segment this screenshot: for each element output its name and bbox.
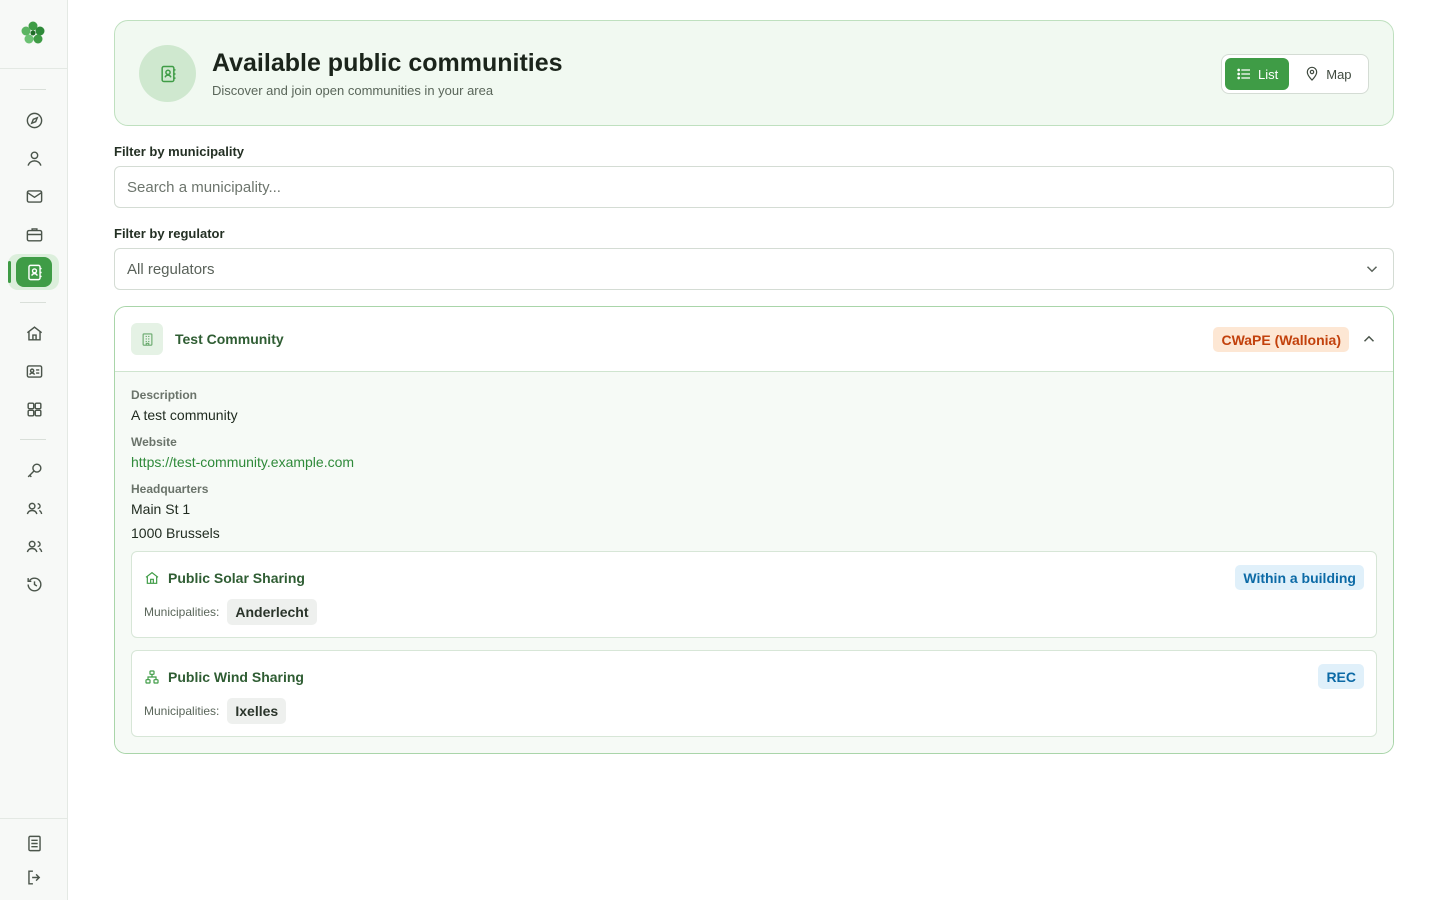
app-logo-icon[interactable] — [18, 18, 48, 48]
municipalities-label: Municipalities: — [144, 605, 220, 619]
sharing-name: Public Wind Sharing — [168, 669, 304, 685]
sidebar-divider — [20, 302, 46, 303]
sidebar-item-public-communities[interactable] — [16, 257, 52, 287]
community-card: Test Community CWaPE (Wallonia) Descript… — [114, 306, 1394, 754]
sidebar-item-messages[interactable] — [16, 181, 52, 211]
sharing-title: Public Solar Sharing — [144, 570, 305, 586]
sidebar-divider — [20, 439, 46, 440]
home-icon — [145, 571, 159, 584]
description-value: A test community — [131, 407, 238, 423]
sidebar-item-members[interactable] — [16, 493, 52, 523]
sidebar-item-explore[interactable] — [16, 105, 52, 135]
grid-icon — [26, 401, 42, 417]
municipalities-row: Municipalities: Ixelles — [144, 698, 287, 724]
page-subtitle: Discover and join open communities in yo… — [212, 83, 494, 98]
regulator-filter-label: Filter by regulator — [114, 226, 225, 241]
municipalities-label: Municipalities: — [144, 704, 220, 718]
sidebar-item-keys[interactable] — [16, 455, 52, 485]
regulator-select-value: All regulators — [127, 260, 215, 278]
sharing-card[interactable]: Public Wind Sharing REC Municipalities: … — [131, 650, 1377, 737]
sidebar-item-apps[interactable] — [16, 394, 52, 424]
sidebar-item-history[interactable] — [16, 569, 52, 599]
list-icon — [1237, 68, 1250, 80]
user-icon — [26, 150, 42, 166]
community-icon-box — [131, 323, 163, 355]
headquarters-street: Main St 1 — [131, 501, 191, 517]
sidebar-item-home[interactable] — [16, 318, 52, 348]
network-icon — [145, 670, 159, 684]
chevron-up-icon — [1363, 335, 1375, 342]
headquarters-city: 1000 Brussels — [131, 525, 220, 541]
users-icon — [26, 540, 42, 552]
sharing-card[interactable]: Public Solar Sharing Within a building M… — [131, 551, 1377, 638]
sidebar-item-logout[interactable] — [16, 862, 52, 892]
regulator-badge: CWaPE (Wallonia) — [1213, 327, 1349, 352]
headquarters-label: Headquarters — [131, 482, 209, 496]
municipality-filter-label: Filter by municipality — [114, 144, 245, 159]
list-view-button[interactable]: List — [1225, 58, 1290, 90]
sidebar-divider — [0, 818, 68, 819]
contact-book-icon — [160, 65, 175, 82]
id-card-icon — [26, 364, 42, 378]
municipality-search-input[interactable] — [114, 166, 1394, 208]
sidebar-divider — [20, 89, 46, 90]
key-icon — [27, 462, 42, 477]
main-content: Available public communities Discover an… — [114, 20, 1394, 754]
sidebar-active-indicator — [8, 261, 11, 283]
map-pin-icon — [1306, 66, 1318, 81]
building-icon — [142, 332, 152, 346]
header-icon-circle — [139, 45, 196, 102]
community-card-header[interactable]: Test Community CWaPE (Wallonia) — [115, 307, 1393, 372]
community-details: Description A test community Website htt… — [115, 372, 1393, 753]
map-view-label: Map — [1326, 66, 1352, 82]
sharing-title: Public Wind Sharing — [144, 669, 304, 685]
municipality-chip: Ixelles — [227, 698, 287, 724]
sharing-type-badge: Within a building — [1235, 565, 1364, 590]
compass-icon — [26, 112, 42, 128]
sidebar-item-groups[interactable] — [16, 531, 52, 561]
users-icon — [26, 502, 42, 514]
website-link[interactable]: https://test-community.example.com — [131, 454, 1377, 470]
collapse-button[interactable] — [1359, 329, 1379, 349]
map-view-button[interactable]: Map — [1293, 58, 1362, 90]
website-label: Website — [131, 435, 177, 449]
regulator-select[interactable]: All regulators — [114, 248, 1394, 290]
page-header: Available public communities Discover an… — [114, 20, 1394, 126]
history-icon — [26, 576, 42, 592]
document-icon — [27, 835, 41, 851]
municipalities-row: Municipalities: Anderlecht — [144, 599, 317, 625]
municipality-chip: Anderlecht — [227, 599, 317, 625]
sidebar-item-id-card[interactable] — [16, 356, 52, 386]
sidebar-item-work[interactable] — [16, 219, 52, 249]
sidebar — [0, 0, 68, 900]
contact-book-icon — [27, 264, 42, 280]
briefcase-icon — [26, 227, 42, 242]
sharing-name: Public Solar Sharing — [168, 570, 305, 586]
view-toggle: List Map — [1221, 54, 1369, 94]
sidebar-item-profile[interactable] — [16, 143, 52, 173]
sidebar-divider — [0, 68, 68, 69]
sidebar-item-documents[interactable] — [16, 828, 52, 858]
community-name: Test Community — [175, 331, 284, 347]
home-icon — [26, 325, 42, 341]
mail-icon — [26, 189, 42, 203]
list-view-label: List — [1258, 66, 1279, 82]
description-label: Description — [131, 388, 198, 402]
sharing-type-badge: REC — [1318, 664, 1364, 689]
logout-icon — [27, 869, 40, 885]
page-title: Available public communities — [212, 49, 563, 77]
chevron-down-icon — [1366, 266, 1378, 273]
